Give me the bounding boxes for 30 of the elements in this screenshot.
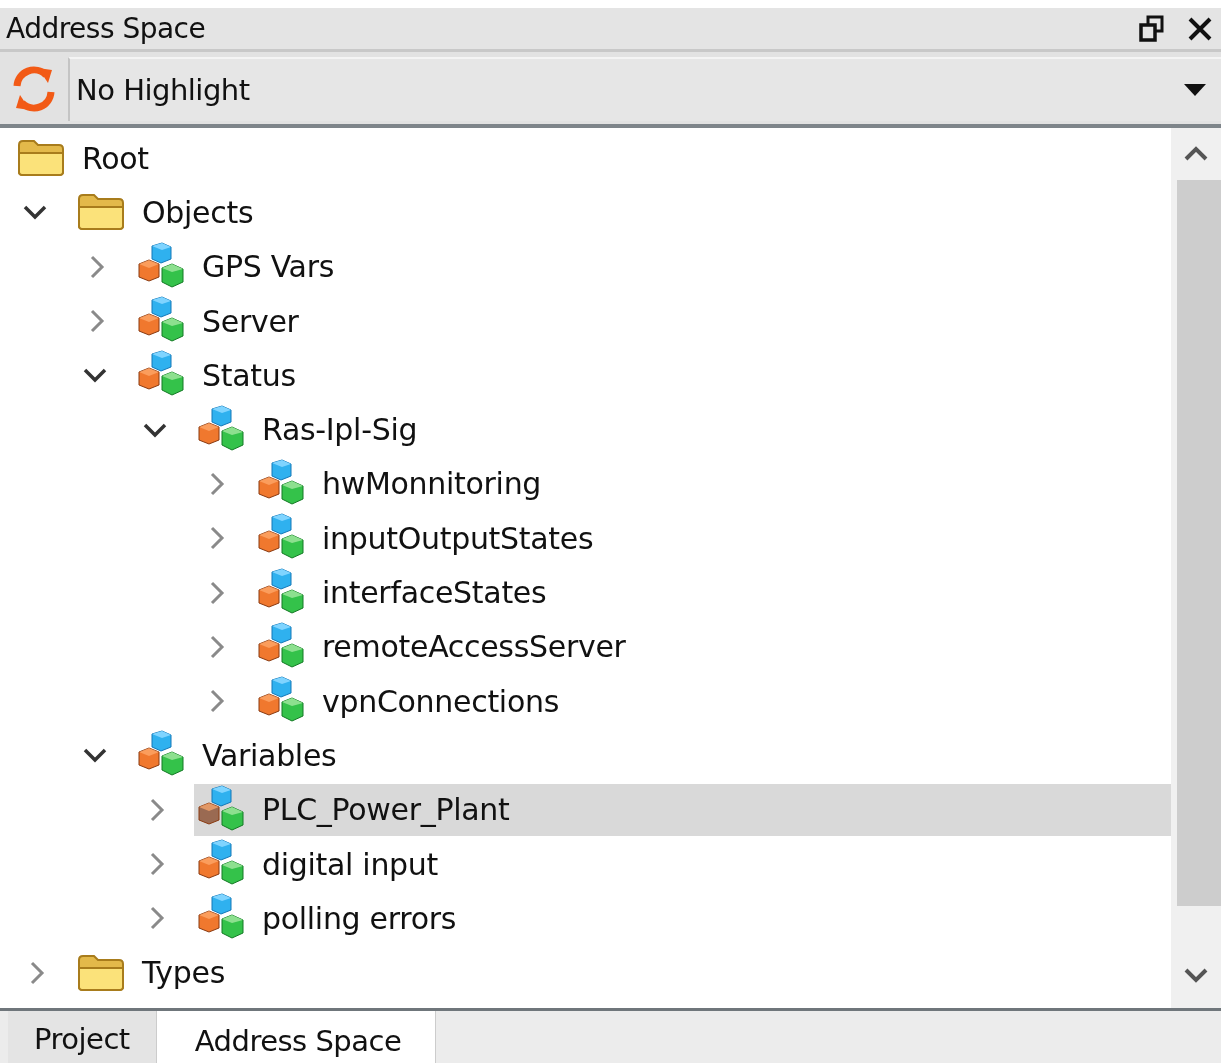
scroll-down-icon[interactable] — [1183, 967, 1209, 983]
tree-item[interactable]: Types — [74, 946, 1171, 999]
close-icon[interactable] — [1187, 15, 1213, 42]
tree-item[interactable]: polling errors — [194, 892, 1171, 945]
tree-item[interactable]: Ras-Ipl-Sig — [194, 403, 1171, 456]
tree-item[interactable]: interfaceStates — [254, 566, 1171, 619]
tree-item[interactable]: digital input — [194, 838, 1171, 890]
folder-icon — [16, 139, 66, 178]
tree-item[interactable]: Server — [134, 295, 1171, 348]
scroll-up-icon[interactable] — [1183, 146, 1209, 162]
tree-item[interactable]: inputOutputStates — [254, 512, 1171, 565]
tree-item[interactable]: vpnConnections — [254, 675, 1171, 728]
tree-item[interactable]: PLC_Power_Plant — [194, 783, 1171, 836]
tree-item[interactable]: Root — [14, 132, 1171, 185]
tree-item[interactable]: Objects — [74, 186, 1171, 239]
tree-item[interactable]: remoteAccessServer — [254, 620, 1171, 673]
highlight-dropdown[interactable]: No Highlight — [68, 57, 1221, 121]
panel-title: Address Space — [6, 12, 207, 45]
folder-icon — [76, 193, 126, 232]
tab[interactable]: Address Space — [155, 1011, 437, 1063]
tree-item[interactable]: Status — [134, 349, 1171, 402]
tree-item[interactable]: GPS Vars — [134, 240, 1171, 293]
scrollbar-thumb[interactable] — [1177, 180, 1221, 906]
tree-item[interactable]: hwMonnitoring — [254, 457, 1171, 510]
restore-icon[interactable] — [1139, 14, 1165, 43]
tree-item[interactable]: Variables — [134, 729, 1171, 782]
vertical-scrollbar[interactable] — [1171, 128, 1221, 1008]
folder-icon — [76, 953, 126, 992]
dropdown-arrow-icon[interactable] — [1183, 83, 1207, 97]
tab[interactable]: Project — [8, 1011, 156, 1063]
